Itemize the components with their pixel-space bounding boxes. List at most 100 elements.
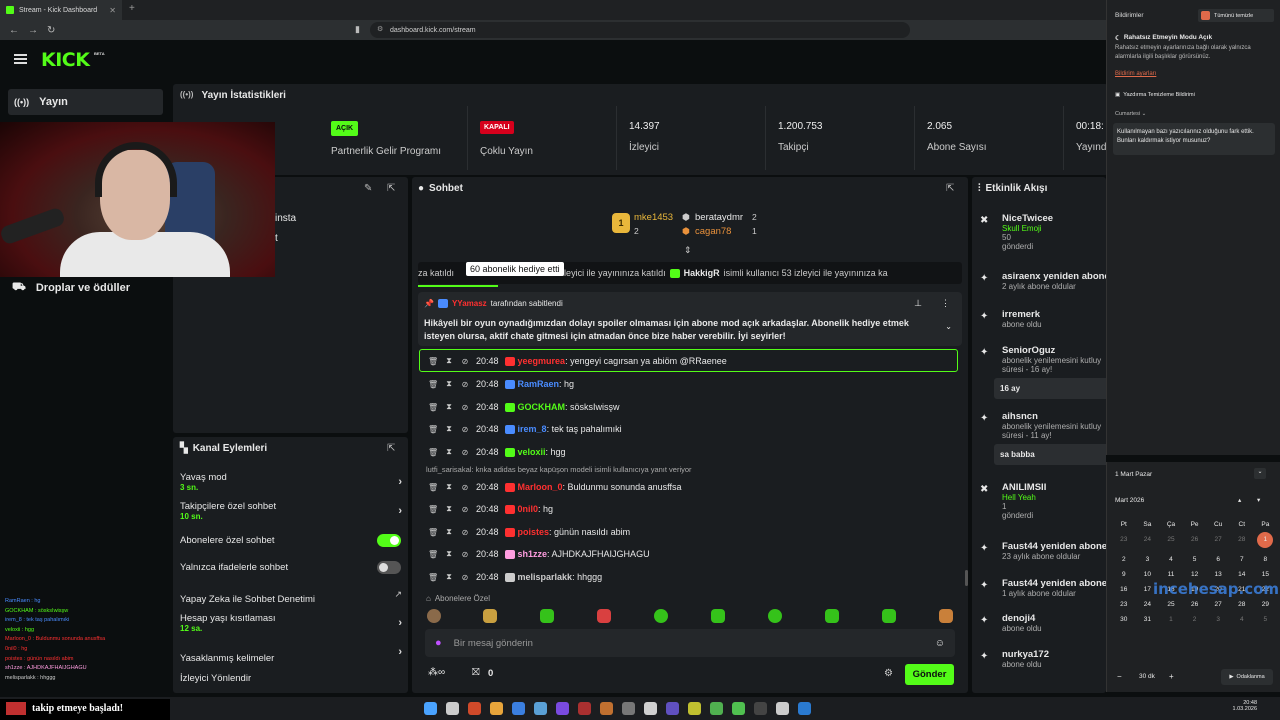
account-age-row[interactable]: Hesap yaşı kısıtlaması 12 sa. › [180, 613, 402, 637]
taskbar-app-icon[interactable] [578, 702, 591, 715]
activity-item[interactable]: ✦ nurkya172 abone oldu [980, 649, 1106, 669]
calendar-day[interactable]: 13 [1206, 571, 1230, 578]
calendar-day[interactable]: 10 [1136, 571, 1160, 578]
chevron-down-icon[interactable]: ⌄ [1254, 468, 1266, 479]
taskbar-app-icon[interactable] [600, 702, 613, 715]
message-user[interactable]: GOCKHAM [518, 402, 566, 412]
redirect-viewers-label[interactable]: İzleyici Yönlendir [180, 673, 251, 684]
taskbar-app-icon[interactable] [776, 702, 789, 715]
notification-settings-link[interactable]: Bildirim ayarları [1115, 71, 1156, 77]
emote-icon[interactable] [654, 609, 668, 623]
emote-only-toggle[interactable] [377, 561, 401, 574]
chat-message[interactable]: 🗑 ⧗ ⊘ 20:48 melisparlakk: hhggg [428, 566, 602, 588]
ai-moderation-row[interactable]: Yapay Zeka ile Sohbet Denetimi ↗ [180, 589, 402, 605]
gear-icon[interactable]: ⚙ [884, 668, 893, 679]
calendar-day[interactable]: 24 [1136, 601, 1160, 608]
message-user[interactable]: poistes [518, 527, 550, 537]
calendar-day[interactable]: 24 [1136, 536, 1160, 548]
ban-icon[interactable]: ⊘ [460, 357, 470, 366]
sidebar-item-drops[interactable]: ⛟ Droplar ve ödüller [12, 281, 130, 295]
popout-icon[interactable]: ⇱ [387, 443, 395, 454]
chat-message[interactable]: 🗑 ⧗ ⊘ 20:48 0nil0: hg [428, 498, 553, 520]
chat-message[interactable]: 🗑 ⧗ ⊘ 20:48 irem_8: tek taş pahalımıki [428, 418, 622, 440]
message-user[interactable]: 0nil0 [518, 504, 539, 514]
calendar-day[interactable]: 28 [1230, 536, 1254, 548]
delete-icon[interactable]: 🗑 [428, 425, 438, 434]
timeout-icon[interactable]: ⧗ [444, 527, 454, 537]
ban-icon[interactable]: ⊘ [460, 380, 470, 389]
decrease-focus-icon[interactable]: − [1117, 672, 1122, 681]
clear-all-button[interactable]: Tümünü temizle [1198, 9, 1274, 22]
activity-item[interactable]: ✦ aihsncn abonelik yenilemesini kutluy süre… [980, 411, 1106, 465]
chat-message[interactable]: 🗑 ⧗ ⊘ 20:48 veloxii: hgg [428, 441, 566, 463]
chat-message[interactable]: 🗑 ⧗ ⊘ 20:48 poistes: günün nasıldı abim [428, 521, 630, 543]
calendar-day[interactable]: 29 [1254, 601, 1278, 608]
forward-icon[interactable]: → [28, 25, 38, 36]
taskbar-app-icon[interactable] [710, 702, 723, 715]
calendar-day[interactable]: 8 [1254, 556, 1278, 563]
delete-icon[interactable]: 🗑 [428, 357, 438, 366]
ban-icon[interactable]: ⊘ [460, 425, 470, 434]
taskbar-app-icon[interactable] [512, 702, 525, 715]
message-user[interactable]: yeegmurea [518, 356, 566, 366]
delete-icon[interactable]: 🗑 [428, 505, 438, 514]
menu-icon[interactable] [14, 54, 27, 64]
reload-icon[interactable]: ↻ [47, 25, 57, 36]
calendar-day[interactable]: 26 [1183, 536, 1207, 548]
delete-icon[interactable]: 🗑 [428, 550, 438, 559]
ban-icon[interactable]: ⊘ [460, 483, 470, 492]
delete-icon[interactable]: 🗑 [428, 483, 438, 492]
timeout-icon[interactable]: ⧗ [444, 402, 454, 412]
ban-icon[interactable]: ⊘ [460, 573, 470, 582]
calendar-day[interactable]: 3 [1206, 616, 1230, 623]
calendar-day[interactable]: 27 [1206, 601, 1230, 608]
message-user[interactable]: RamRaen [518, 379, 560, 389]
back-icon[interactable]: ← [9, 25, 19, 36]
emote-icon[interactable] [768, 609, 782, 623]
delete-icon[interactable]: 🗑 [428, 380, 438, 389]
gift-icon[interactable]: ⛝ [472, 667, 480, 678]
taskbar-app-icon[interactable] [644, 702, 657, 715]
taskbar-app-icon[interactable] [732, 702, 745, 715]
site-info-icon[interactable]: ⚙ [377, 25, 383, 33]
message-user[interactable]: melisparlakk [518, 572, 573, 582]
calendar-day[interactable]: 6 [1206, 556, 1230, 563]
taskbar-app-icon[interactable] [556, 702, 569, 715]
calendar-day[interactable]: 4 [1159, 556, 1183, 563]
slow-mode-row[interactable]: Yavaş mod 3 sn. › [180, 472, 402, 496]
send-button[interactable]: Gönder [905, 664, 954, 685]
calendar-day[interactable]: 25 [1159, 536, 1183, 548]
emote-icon[interactable] [597, 609, 611, 623]
bookmark-icon[interactable]: ▮ [355, 24, 360, 35]
calendar-day[interactable]: 2 [1183, 616, 1207, 623]
activity-item[interactable]: ✦ Faust44 yeniden abone 1 aylık abone oldu… [980, 578, 1106, 598]
timeout-icon[interactable]: ⧗ [444, 379, 454, 389]
timeout-icon[interactable]: ⧗ [444, 424, 454, 434]
emote-icon[interactable] [483, 609, 497, 623]
taskbar-app-icon[interactable] [622, 702, 635, 715]
calendar-day[interactable]: 14 [1230, 571, 1254, 578]
calendar-day[interactable]: 27 [1206, 536, 1230, 548]
channel-points-icon[interactable]: ⁂∞ [428, 667, 445, 678]
popout-icon[interactable]: ⇱ [946, 183, 954, 194]
taskbar-app-icon[interactable] [424, 702, 437, 715]
calendar-day[interactable]: 23 [1112, 601, 1136, 608]
chat-message[interactable]: 🗑 ⧗ ⊘ 20:48 Marloon_0: Buldunmu sonunda anus… [428, 476, 681, 498]
message-user[interactable]: sh1zze [518, 549, 548, 559]
follower-only-row[interactable]: Takipçilere özel sohbet 10 sn. › [180, 501, 402, 525]
clock[interactable]: 20:48 1.03.2026 [1227, 700, 1257, 712]
next-month-icon[interactable]: ▾ [1257, 496, 1260, 504]
taskbar-app-icon[interactable] [688, 702, 701, 715]
ban-icon[interactable]: ⊘ [460, 528, 470, 537]
timeout-icon[interactable]: ⧗ [444, 356, 454, 366]
calendar-day[interactable]: 5 [1254, 616, 1278, 623]
chat-message[interactable]: 🗑 ⧗ ⊘ 20:48 RamRaen: hg [428, 373, 574, 395]
calendar-day[interactable]: 31 [1136, 616, 1160, 623]
emote-icon[interactable] [540, 609, 554, 623]
calendar-day[interactable]: 26 [1183, 601, 1207, 608]
calendar-day[interactable]: 28 [1230, 601, 1254, 608]
emote-icon[interactable] [939, 609, 953, 623]
delete-icon[interactable]: 🗑 [428, 448, 438, 457]
timeout-icon[interactable]: ⧗ [444, 504, 454, 514]
calendar-day[interactable]: 23 [1112, 536, 1136, 548]
